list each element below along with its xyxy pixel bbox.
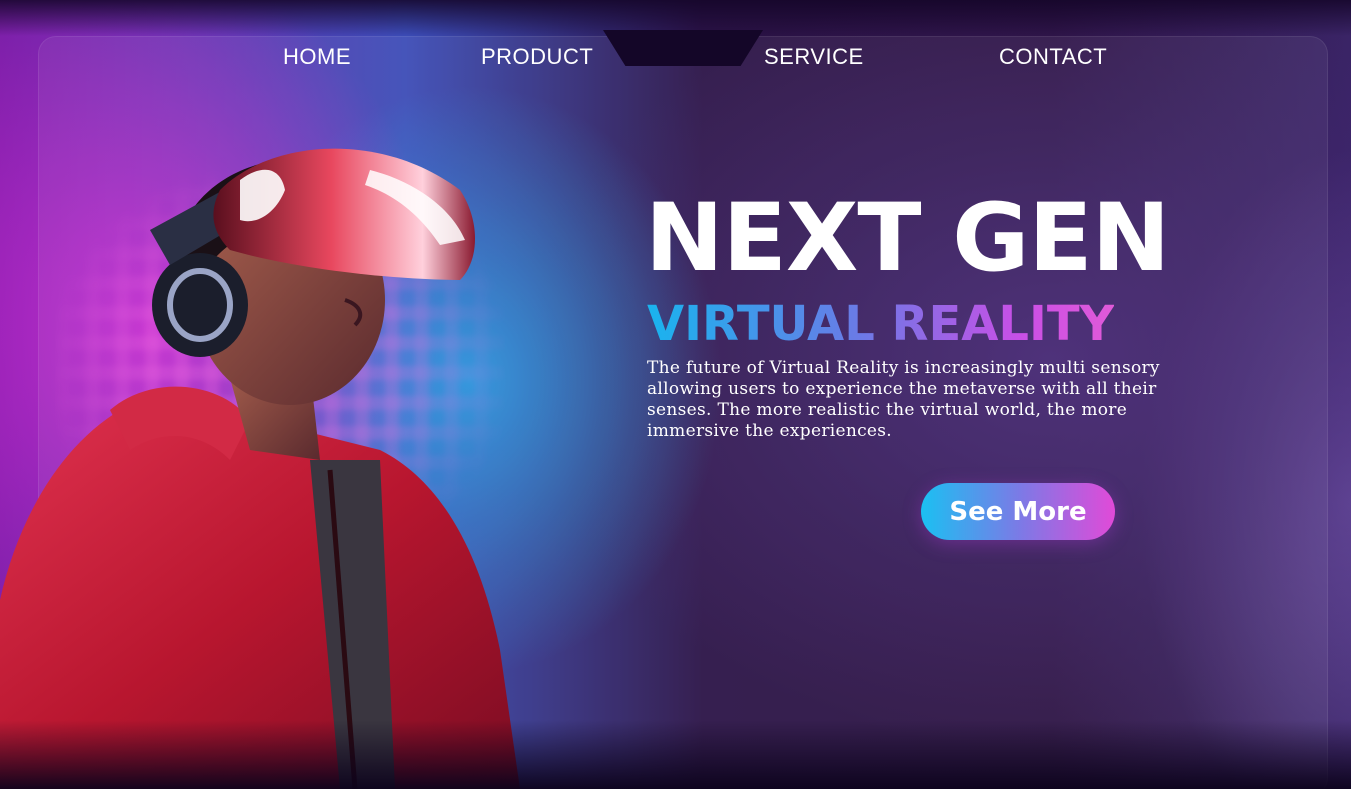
- nav-item-contact[interactable]: CONTACT: [999, 44, 1107, 70]
- hero-description: The future of Virtual Reality is increas…: [647, 358, 1160, 441]
- hero-subheadline: VIRTUAL REALITY: [647, 296, 1115, 352]
- nav-notch: [603, 30, 763, 66]
- bottom-vignette: [0, 720, 1351, 789]
- nav-item-service[interactable]: SERVICE: [764, 44, 864, 70]
- nav-item-home[interactable]: HOME: [283, 44, 351, 70]
- see-more-button[interactable]: See More: [921, 483, 1115, 540]
- hero-headline: NEXT GEN: [645, 184, 1170, 293]
- vr-person-illustration: [0, 148, 520, 789]
- landing-page: HOME PRODUCT SERVICE CONTACT NEXT GEN VI…: [0, 0, 1351, 789]
- nav-item-product[interactable]: PRODUCT: [481, 44, 593, 70]
